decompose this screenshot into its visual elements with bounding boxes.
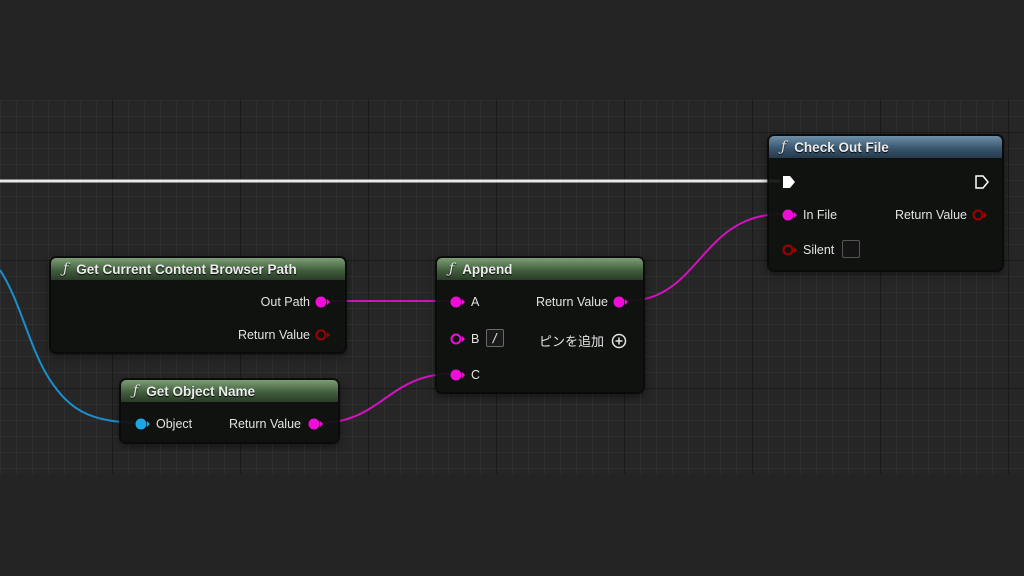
pin-label-in-file: In File [803, 208, 838, 222]
node-header[interactable]: ƒ Append [437, 258, 643, 280]
node-title: Append [462, 261, 513, 277]
node-check-out-file[interactable]: ƒ Check Out File In File Return Value Si… [768, 135, 1003, 271]
node-header[interactable]: ƒ Check Out File [769, 136, 1002, 158]
string-pin-b[interactable] [449, 332, 465, 346]
node-get-current-content-browser-path[interactable]: ƒ Get Current Content Browser Path Out P… [50, 257, 346, 353]
string-pin-in-file[interactable] [781, 208, 797, 222]
node-get-object-name[interactable]: ƒ Get Object Name Object Return Value [120, 379, 339, 443]
string-pin-return-value[interactable] [308, 417, 324, 431]
node-title: Get Current Content Browser Path [76, 261, 297, 277]
node-append[interactable]: ƒ Append A Return Value B / ピンを追加 C [436, 257, 644, 393]
string-pin-a[interactable] [449, 295, 465, 309]
function-icon: ƒ [133, 383, 139, 399]
node-title: Check Out File [794, 139, 889, 155]
bool-pin-return-value[interactable] [972, 208, 988, 222]
pin-label-return-value: Return Value [894, 208, 967, 222]
pin-label-return-value: Return Value [228, 417, 301, 431]
blueprint-graph-canvas[interactable]: ƒ Get Current Content Browser Path Out P… [0, 100, 1024, 474]
silent-checkbox[interactable] [842, 240, 860, 258]
pin-label-return-value: Return Value [535, 295, 608, 309]
function-icon: ƒ [781, 139, 787, 155]
pin-label-object: Object [156, 417, 193, 431]
object-pin-object[interactable] [134, 417, 150, 431]
pin-label-out-path: Out Path [260, 295, 310, 309]
pin-label-a: A [471, 295, 480, 309]
string-wire-append-to-infile[interactable] [626, 213, 783, 302]
pin-b-value-field[interactable]: / [486, 329, 504, 347]
pin-label-return-value: Return Value [237, 328, 310, 342]
bool-pin-silent[interactable] [781, 243, 797, 257]
string-pin-out-path[interactable] [315, 295, 331, 309]
pin-label-b: B [471, 332, 480, 346]
function-icon: ƒ [63, 261, 69, 277]
add-pin-label: ピンを追加 [539, 334, 605, 349]
pin-label-c: C [471, 368, 481, 382]
string-pin-c[interactable] [449, 368, 465, 382]
node-header[interactable]: ƒ Get Object Name [121, 380, 338, 402]
exec-in-pin[interactable] [781, 174, 797, 190]
bool-pin-return-value[interactable] [315, 328, 331, 342]
string-wire-name-to-c[interactable] [319, 373, 451, 424]
node-header[interactable]: ƒ Get Current Content Browser Path [51, 258, 345, 280]
exec-out-pin[interactable] [974, 174, 990, 190]
add-circle-icon [611, 333, 627, 348]
pin-label-silent: Silent [803, 243, 835, 257]
node-title: Get Object Name [146, 383, 255, 399]
string-pin-return-value[interactable] [613, 295, 629, 309]
add-pin-button[interactable]: ピンを追加 [539, 331, 627, 350]
function-icon: ƒ [449, 261, 455, 277]
